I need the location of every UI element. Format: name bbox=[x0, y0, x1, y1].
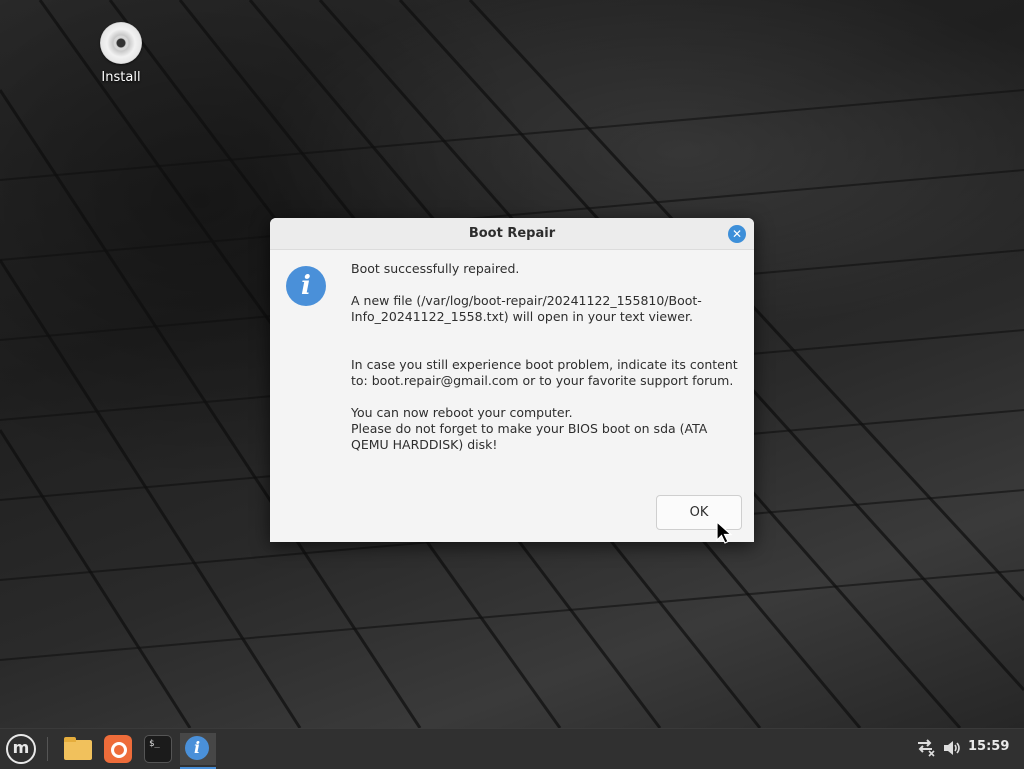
boot-repair-dialog: Boot Repair ✕ i Boot successfully repair… bbox=[270, 218, 754, 542]
message-line: You can now reboot your computer. bbox=[351, 405, 573, 420]
mint-menu-icon[interactable] bbox=[6, 734, 36, 764]
taskbar: $_ i bbox=[0, 728, 1024, 769]
taskbar-boot-repair-button[interactable]: i bbox=[180, 733, 216, 769]
message-line: In case you still experience boot proble… bbox=[351, 357, 738, 388]
backup-icon[interactable] bbox=[101, 733, 135, 765]
clock[interactable]: 15:59 bbox=[968, 739, 1009, 754]
close-icon[interactable]: ✕ bbox=[728, 225, 746, 243]
message-line: Please do not forget to make your BIOS b… bbox=[351, 421, 708, 452]
volume-icon[interactable] bbox=[942, 739, 962, 757]
folder-icon[interactable] bbox=[61, 733, 95, 765]
terminal-icon[interactable]: $_ bbox=[141, 733, 175, 765]
dialog-titlebar[interactable]: Boot Repair ✕ bbox=[270, 218, 754, 250]
message-line: A new file (/var/log/boot-repair/2024112… bbox=[351, 293, 702, 324]
terminal-glyph: $_ bbox=[149, 739, 160, 749]
network-disconnected-icon[interactable] bbox=[916, 737, 936, 757]
dialog-message: Boot successfully repaired. A new file (… bbox=[351, 261, 746, 453]
desktop-icon-label: Install bbox=[101, 70, 141, 85]
info-icon: i bbox=[286, 266, 326, 306]
taskbar-separator bbox=[47, 737, 48, 761]
info-icon: i bbox=[185, 736, 209, 760]
disc-icon bbox=[100, 22, 142, 64]
desktop-icon-install[interactable]: Install bbox=[91, 22, 151, 85]
mouse-cursor-icon bbox=[716, 521, 733, 544]
message-line: Boot successfully repaired. bbox=[351, 261, 520, 276]
dialog-title: Boot Repair bbox=[468, 226, 556, 241]
